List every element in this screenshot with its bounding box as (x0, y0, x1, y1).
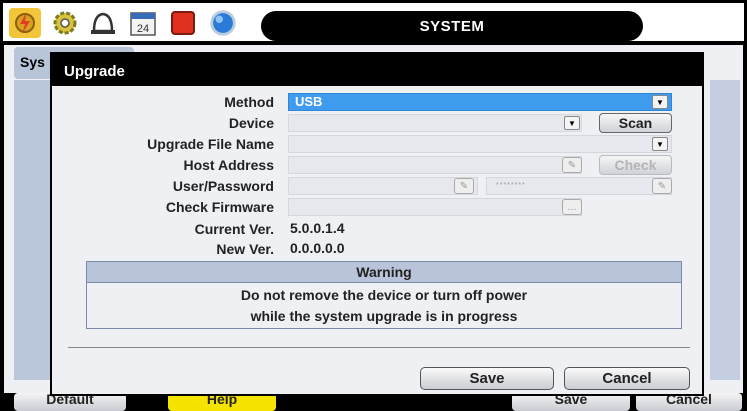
record-icon[interactable] (167, 8, 199, 38)
upgrade-file-dropdown-icon[interactable]: ▼ (652, 137, 668, 151)
page-title: SYSTEM (261, 11, 643, 41)
network-globe-icon[interactable] (207, 8, 239, 38)
check-firmware-field (288, 198, 582, 216)
password-mask: ******** (496, 182, 526, 189)
password-edit-icon[interactable]: ✎ (652, 178, 672, 194)
calendar-icon[interactable]: 24 (127, 8, 159, 38)
new-version-label: New Ver. (216, 241, 274, 257)
check-firmware-label: Check Firmware (165, 199, 274, 215)
current-version-label: Current Ver. (194, 221, 274, 237)
dialog-title: Upgrade (52, 54, 702, 86)
bell-icon[interactable] (87, 8, 119, 38)
method-select[interactable]: USB (288, 93, 672, 111)
method-dropdown-icon[interactable]: ▼ (652, 95, 668, 109)
tab-system-label: Sys (20, 54, 45, 70)
current-version-value: 5.0.0.1.4 (290, 220, 345, 236)
cancel-button[interactable]: Cancel (564, 367, 690, 390)
warning-heading: Warning (87, 262, 681, 283)
scan-button[interactable]: Scan (599, 113, 672, 133)
screen: 24 SYSTEM Sys Default Help Save Cancel U… (0, 0, 747, 411)
upgrade-dialog: Upgrade Method USB ▼ Device ▼ Scan Upgra… (50, 52, 704, 396)
device-select[interactable] (288, 114, 582, 132)
host-address-label: Host Address (183, 157, 274, 173)
top-menu-bar: 24 SYSTEM (3, 3, 744, 41)
warning-box: Warning Do not remove the device or turn… (86, 261, 682, 329)
side-panel-right (710, 80, 740, 380)
host-address-edit-icon[interactable]: ✎ (562, 157, 582, 173)
calendar-number: 24 (137, 23, 149, 35)
lightning-gear-icon[interactable] (9, 8, 41, 38)
gear-icon[interactable] (49, 8, 81, 38)
method-label: Method (224, 94, 274, 110)
new-version-value: 0.0.0.0.0 (290, 240, 345, 256)
device-label: Device (228, 115, 274, 131)
device-dropdown-icon[interactable]: ▼ (564, 116, 580, 130)
user-password-label: User/Password (172, 178, 274, 194)
save-button[interactable]: Save (420, 367, 554, 390)
host-address-input[interactable] (288, 156, 582, 174)
warning-line-2: while the system upgrade is in progress (250, 308, 518, 324)
divider (68, 347, 690, 348)
user-edit-icon[interactable]: ✎ (454, 178, 474, 194)
warning-line-1: Do not remove the device or turn off pow… (240, 287, 528, 303)
check-firmware-button[interactable]: … (562, 199, 582, 215)
check-button[interactable]: Check (599, 155, 672, 175)
user-input[interactable] (288, 177, 478, 195)
upgrade-file-select[interactable] (288, 135, 672, 153)
upgrade-file-name-label: Upgrade File Name (147, 136, 274, 152)
